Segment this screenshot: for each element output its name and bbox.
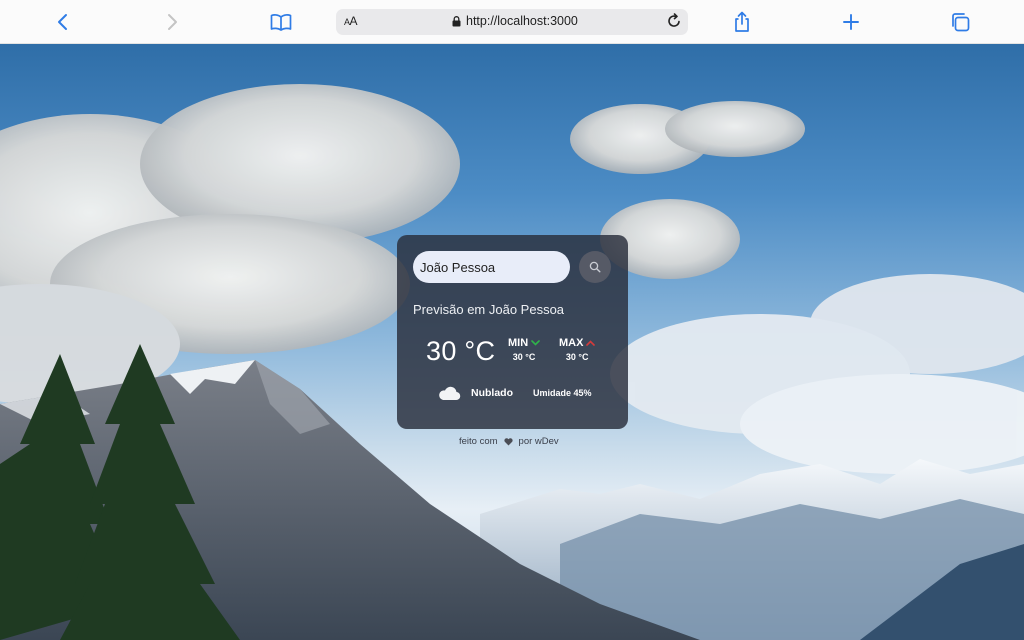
tabs-button[interactable]: [940, 0, 980, 44]
reload-button[interactable]: [666, 13, 682, 34]
min-value: 30 °C: [512, 352, 536, 362]
chevron-left-icon: [58, 14, 67, 30]
tabs-icon: [952, 13, 970, 32]
search-button[interactable]: [579, 251, 611, 283]
page-footer: feito com por wDev: [459, 436, 559, 447]
back-button[interactable]: [43, 0, 83, 44]
plus-icon: [843, 14, 859, 30]
reader-button[interactable]: AA: [344, 14, 358, 28]
chevron-up-icon: [586, 340, 596, 346]
url-text: http://localhost:3000: [466, 14, 578, 28]
min-temperature: MIN 30 °C: [508, 337, 540, 362]
condition-label: Nublado: [471, 387, 513, 399]
weather-condition: Nublado: [437, 385, 513, 401]
new-tab-button[interactable]: [831, 0, 871, 44]
address-bar[interactable]: AA http://localhost:3000: [336, 9, 688, 35]
city-search-input[interactable]: [413, 251, 570, 283]
footer-made-with: feito com: [459, 436, 498, 447]
weather-card: Previsão em João Pessoa 30 °C MIN 30 °C …: [397, 235, 628, 429]
chevron-down-icon: [531, 340, 540, 346]
share-button[interactable]: [722, 0, 762, 44]
min-label: MIN: [508, 337, 529, 349]
share-icon: [735, 11, 749, 32]
cloud-icon: [439, 386, 461, 401]
reload-icon: [668, 13, 680, 27]
lock-icon: [452, 15, 461, 26]
humidity-label: Umidade 45%: [533, 388, 592, 398]
forecast-title: Previsão em João Pessoa: [413, 302, 565, 317]
chevron-right-icon: [168, 14, 177, 30]
forward-button[interactable]: [152, 0, 192, 44]
browser-toolbar: AA http://localhost:3000: [0, 0, 1024, 44]
max-value: 30 °C: [565, 352, 589, 362]
bookmarks-button[interactable]: [261, 0, 301, 44]
heart-icon: [503, 437, 513, 445]
search-icon: [589, 261, 601, 273]
max-label: MAX: [559, 337, 584, 349]
book-icon: [270, 14, 292, 31]
max-temperature: MAX 30 °C: [559, 337, 596, 362]
footer-author: por wDev: [518, 436, 559, 447]
current-temperature: 30 °C: [426, 336, 496, 366]
